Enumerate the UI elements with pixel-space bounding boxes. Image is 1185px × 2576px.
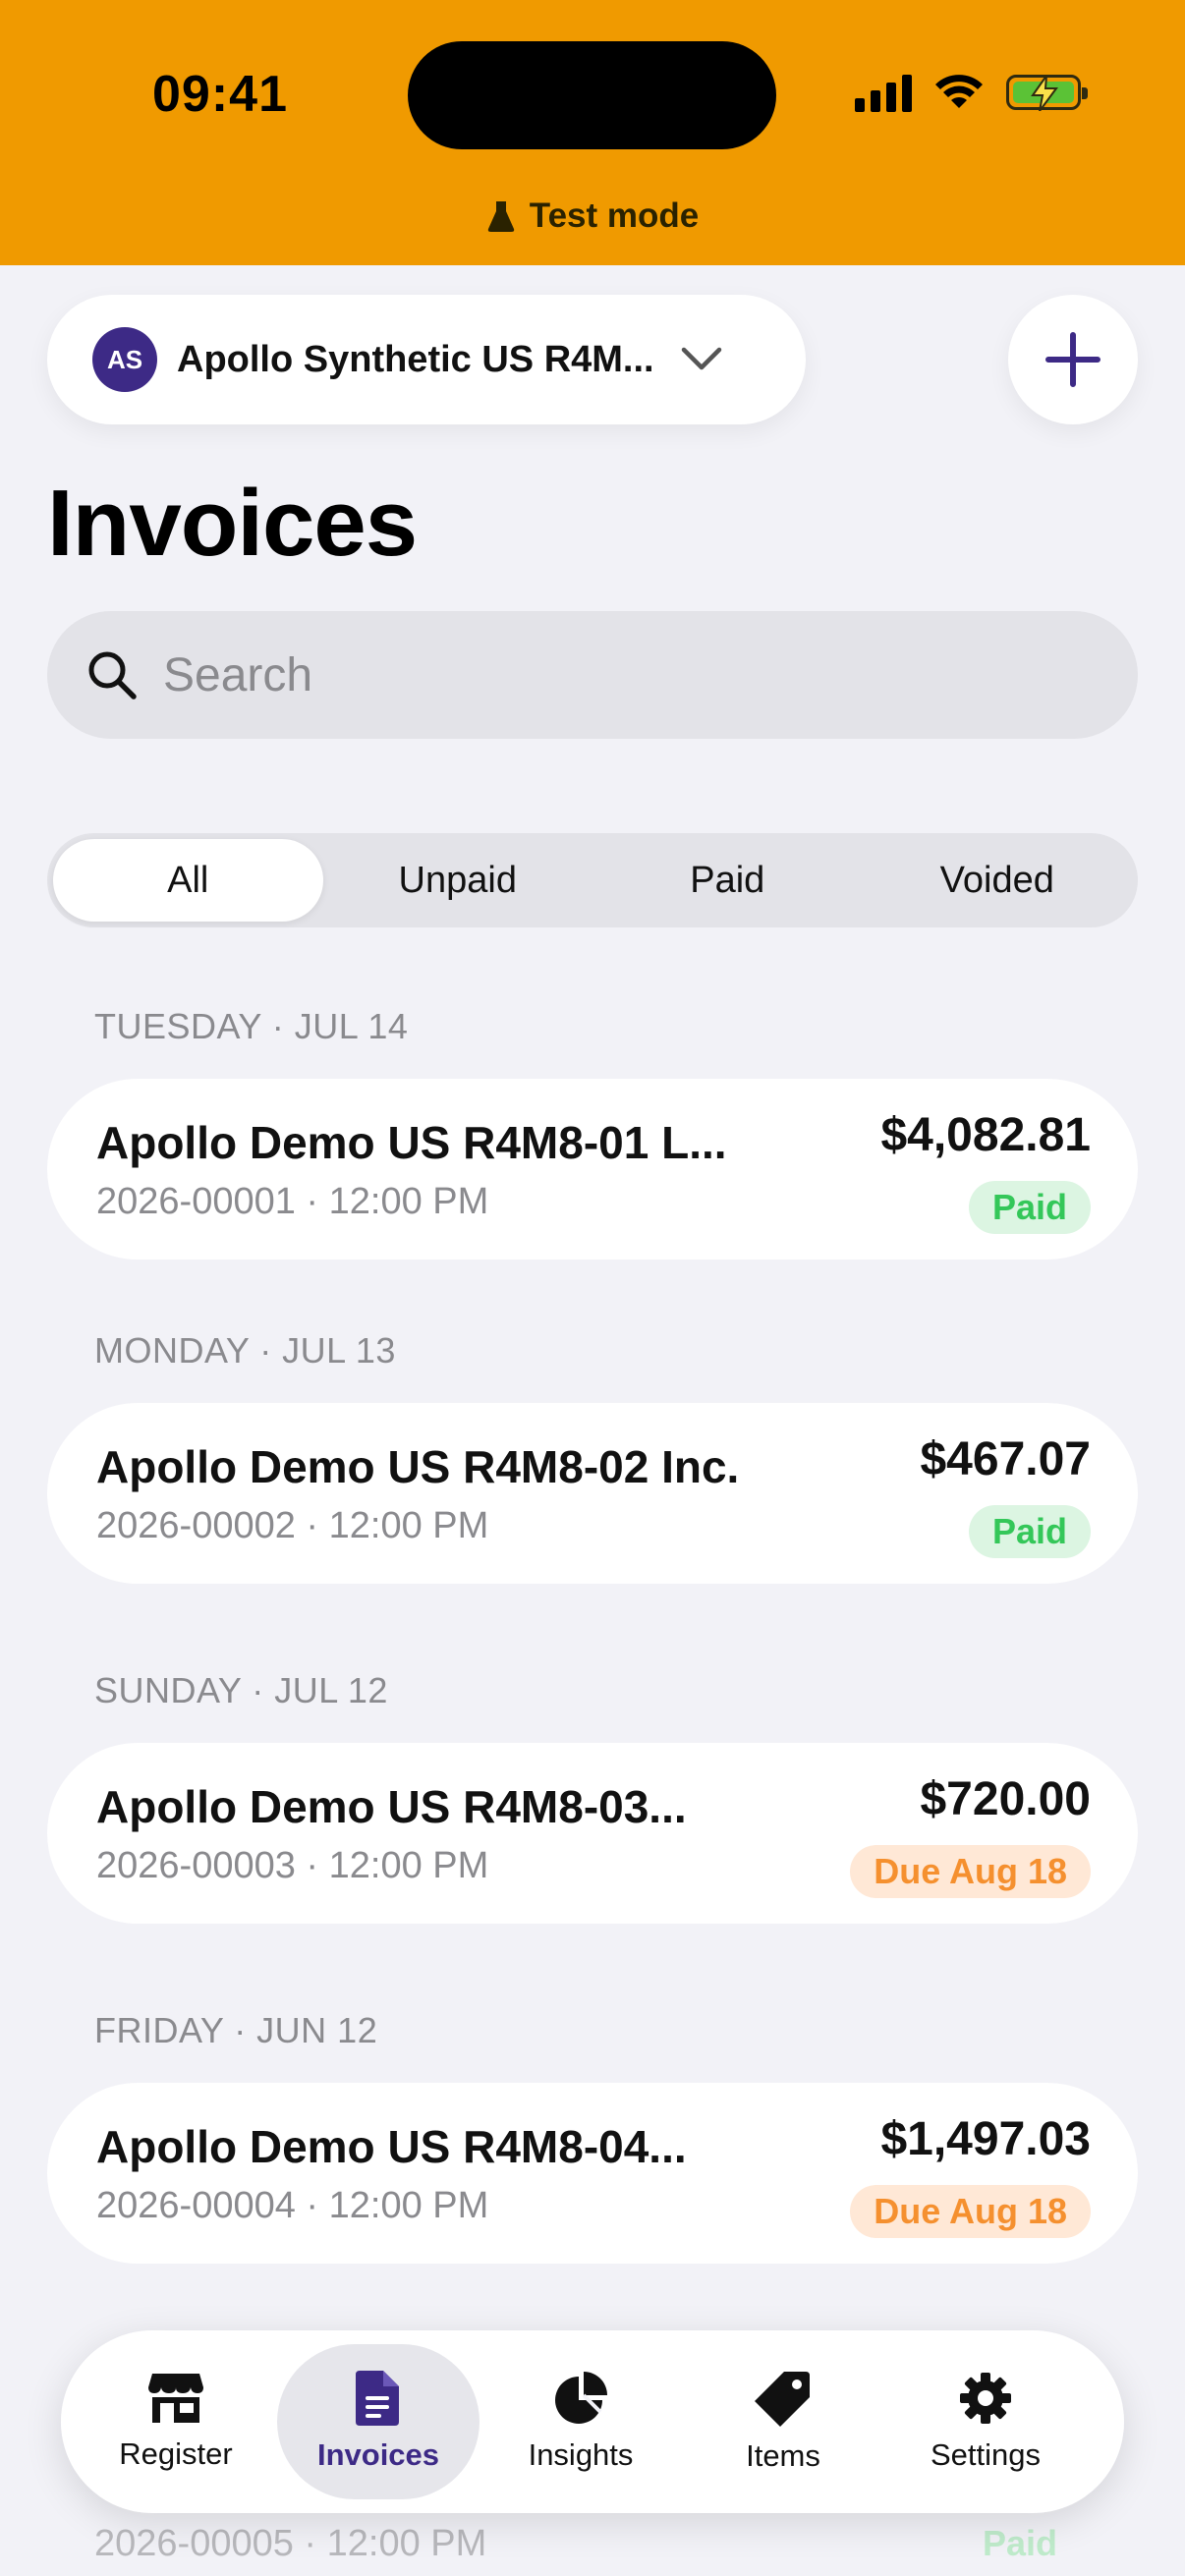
tab-insights[interactable]: Insights <box>480 2344 682 2499</box>
status-badge: Due Aug 18 <box>850 1845 1091 1898</box>
pie-chart-icon <box>555 2372 607 2424</box>
search-bar[interactable] <box>47 611 1138 739</box>
filter-voided[interactable]: Voided <box>863 839 1133 922</box>
tab-items[interactable]: Items <box>682 2344 884 2499</box>
date-group-label: FRIDAY · JUN 12 <box>94 2010 378 2050</box>
invoice-number-time: 2026-00002 · 12:00 PM <box>96 1505 489 1546</box>
invoice-row[interactable]: Apollo Demo US R4M8-01 L... 2026-00001 ·… <box>47 1079 1138 1260</box>
gear-icon <box>960 2373 1011 2424</box>
invoice-amount: $720.00 <box>920 1773 1091 1825</box>
tag-icon <box>755 2372 810 2427</box>
status-badge: Paid <box>983 2523 1058 2563</box>
filter-unpaid[interactable]: Unpaid <box>323 839 593 922</box>
dynamic-island <box>408 41 776 149</box>
account-picker[interactable]: AS Apollo Synthetic US R4M... <box>47 295 806 424</box>
filter-paid[interactable]: Paid <box>592 839 863 922</box>
store-icon <box>148 2374 203 2423</box>
test-mode-banner: 09:41 Test mode <box>0 0 1185 265</box>
invoice-customer: Apollo Demo US R4M8-01 L... <box>96 1117 727 1168</box>
account-name: Apollo Synthetic US R4M... <box>177 338 654 380</box>
invoice-amount: $1,497.03 <box>880 2113 1091 2165</box>
invoice-amount: $4,082.81 <box>880 1109 1091 1161</box>
invoice-customer: Apollo Demo US R4M8-04... <box>96 2121 687 2172</box>
chevron-down-icon <box>681 347 721 370</box>
battery-icon <box>1006 75 1088 111</box>
date-group-label: TUESDAY · JUL 14 <box>94 1006 409 1046</box>
cellular-signal-icon <box>855 73 912 112</box>
add-invoice-button[interactable] <box>1008 295 1138 424</box>
invoice-amount: $467.07 <box>920 1433 1091 1485</box>
invoice-row[interactable]: Apollo Demo US R4M8-04... 2026-00004 · 1… <box>47 2083 1138 2264</box>
status-icons <box>855 73 1088 112</box>
invoice-number-time: 2026-00001 · 12:00 PM <box>96 1181 489 1222</box>
invoice-row[interactable]: Apollo Demo US R4M8-03... 2026-00003 · 1… <box>47 1743 1138 1924</box>
status-badge: Due Aug 18 <box>850 2185 1091 2238</box>
status-badge: Paid <box>968 1181 1091 1234</box>
invoice-customer: Apollo Demo US R4M8-03... <box>96 1781 687 1832</box>
wifi-icon <box>935 75 983 108</box>
invoice-number-time: 2026-00003 · 12:00 PM <box>96 1845 489 1886</box>
page-title: Invoices <box>47 471 418 576</box>
date-group-label: MONDAY · JUL 13 <box>94 1330 396 1371</box>
invoice-number-time: 2026-00005 · 12:00 PM <box>94 2523 487 2564</box>
status-badge: Paid <box>968 1505 1091 1558</box>
account-avatar: AS <box>92 327 157 392</box>
status-filter: All Unpaid Paid Voided <box>47 833 1138 927</box>
invoice-customer: Apollo Demo US R4M8-02 Inc. <box>96 1441 740 1492</box>
status-time: 09:41 <box>152 66 288 123</box>
search-input[interactable] <box>163 647 1047 702</box>
tab-bar: Register Invoices Insights Items Setting… <box>61 2330 1124 2513</box>
test-mode-label: Test mode <box>0 196 1185 236</box>
tab-register[interactable]: Register <box>75 2344 277 2499</box>
invoice-number-time: 2026-00004 · 12:00 PM <box>96 2185 489 2226</box>
tab-settings[interactable]: Settings <box>884 2344 1087 2499</box>
flask-icon <box>487 201 514 232</box>
document-icon <box>356 2371 399 2426</box>
search-icon <box>88 651 137 700</box>
tab-invoices[interactable]: Invoices <box>277 2344 480 2499</box>
date-group-label: SUNDAY · JUL 12 <box>94 1670 388 1710</box>
invoice-row[interactable]: Apollo Demo US R4M8-02 Inc. 2026-00002 ·… <box>47 1403 1138 1584</box>
filter-all[interactable]: All <box>53 839 323 922</box>
invoices-screen: 09:41 Test mode AS Apollo Synthetic US R… <box>0 0 1185 2576</box>
plus-icon <box>1045 332 1100 387</box>
